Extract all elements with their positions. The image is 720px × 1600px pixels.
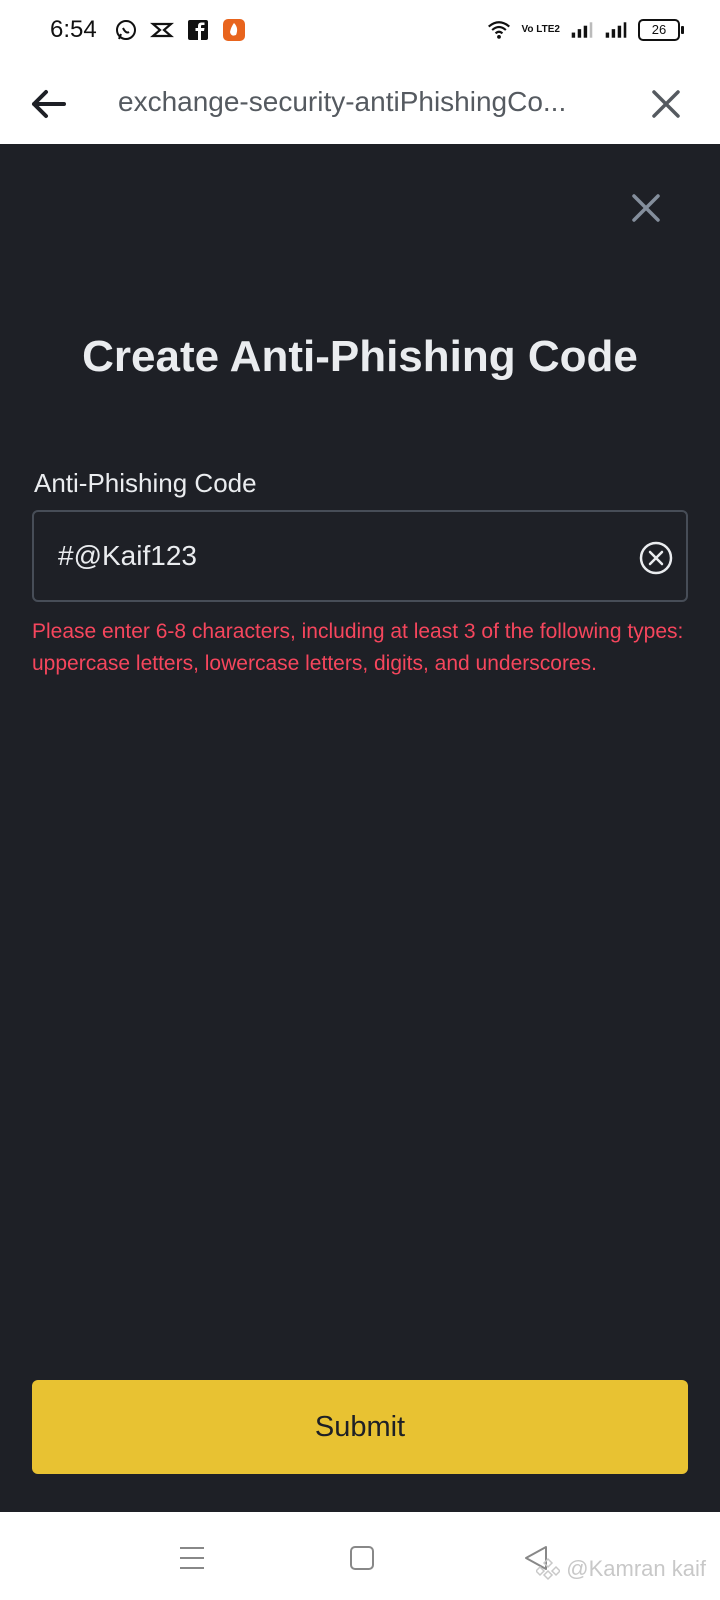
signal-1-icon (570, 18, 594, 42)
facebook-icon (186, 18, 210, 42)
notification-icons (114, 18, 246, 42)
system-status-icons: Vo LTE2 26 (487, 18, 684, 42)
app-notification-icon (222, 18, 246, 42)
battery-indicator: 26 (638, 19, 684, 41)
watermark-text: @Kamran kaif (566, 1556, 706, 1581)
status-bar: 6:54 Vo LTE2 26 (0, 0, 720, 64)
back-button[interactable] (26, 82, 70, 126)
recent-apps-button[interactable] (172, 1538, 212, 1578)
status-time: 6:54 (50, 16, 97, 43)
signal-2-icon (604, 18, 628, 42)
close-icon (652, 90, 680, 118)
whatsapp-business-icon (114, 18, 138, 42)
wifi-icon (487, 18, 511, 42)
page-title: Create Anti-Phishing Code (82, 332, 638, 381)
clear-input-button[interactable] (636, 538, 676, 578)
watermark: @Kamran kaif (536, 1556, 706, 1582)
home-button[interactable] (342, 1538, 382, 1578)
volte-indicator: Vo LTE2 (521, 24, 560, 35)
page-url: exchange-security-antiPhishingCo... (118, 86, 567, 117)
anti-phishing-code-input[interactable]: #@Kaif123 (32, 510, 688, 602)
submit-button[interactable]: Submit (32, 1380, 688, 1474)
close-browser-button[interactable] (644, 82, 688, 126)
close-icon (632, 194, 660, 222)
home-square-icon (350, 1546, 374, 1570)
modal-close-button[interactable] (626, 188, 666, 228)
system-navigation-bar: @Kamran kaif (0, 1512, 720, 1600)
anti-phishing-code-label: Anti-Phishing Code (34, 468, 257, 498)
binance-logo-icon (536, 1557, 561, 1581)
capcut-icon (150, 18, 174, 42)
clear-circle-icon (639, 541, 673, 575)
anti-phishing-modal: Create Anti-Phishing Code Anti-Phishing … (0, 144, 720, 1512)
menu-icon (180, 1547, 204, 1569)
browser-header: exchange-security-antiPhishingCo... (0, 64, 720, 145)
validation-error-message: Please enter 6-8 characters, including a… (32, 620, 684, 675)
input-value: #@Kaif123 (58, 540, 197, 571)
back-arrow-icon (32, 90, 66, 118)
